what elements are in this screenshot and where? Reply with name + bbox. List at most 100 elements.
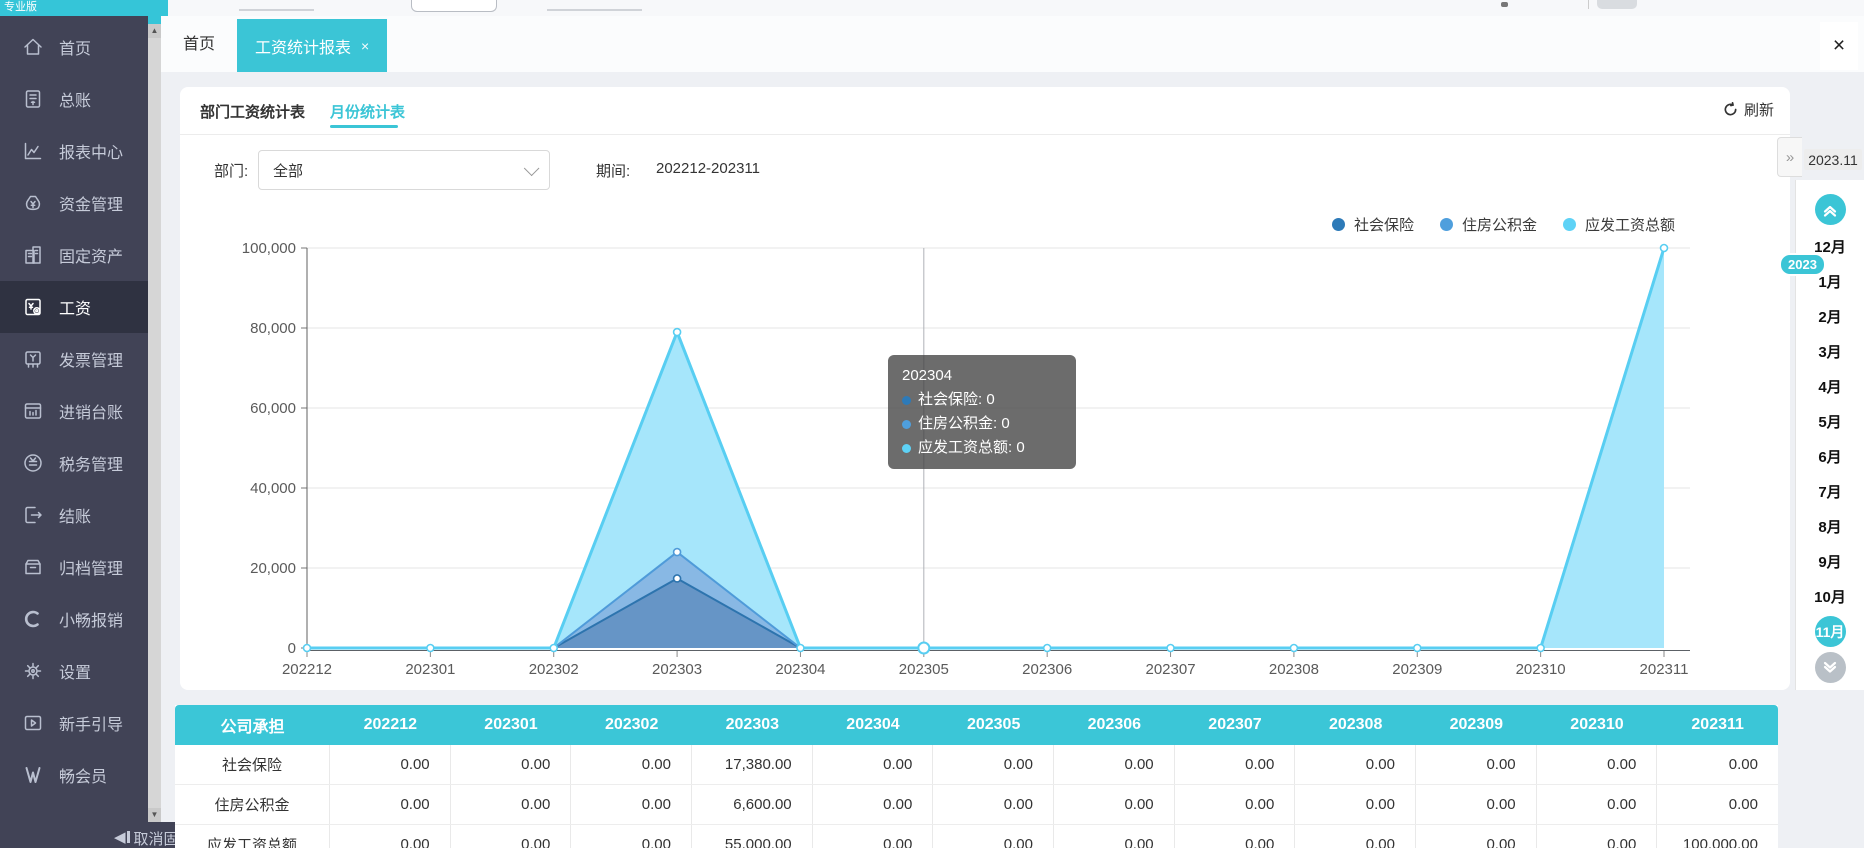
sidebar-item-archive[interactable]: 归档管理 [0, 541, 148, 593]
subtab-month-table[interactable]: 月份统计表 [330, 101, 405, 122]
month-item[interactable]: 9月 [1818, 544, 1841, 579]
refresh-button[interactable]: 刷新 [1723, 99, 1774, 120]
table-cell: 0.00 [451, 785, 572, 824]
report-center-icon [22, 140, 44, 162]
table-cell: 0.00 [1416, 785, 1537, 824]
avatar[interactable] [1597, 0, 1637, 9]
table-header-cell: 202307 [1175, 705, 1296, 745]
table-cell: 0.00 [571, 785, 692, 824]
table-row-label: 住房公积金 [175, 785, 330, 824]
table-header-cell: 202301 [451, 705, 572, 745]
legend-dot-icon [1440, 218, 1453, 231]
legend-item[interactable]: 社会保险 [1332, 214, 1414, 235]
table-cell: 0.00 [1537, 825, 1658, 848]
data-point-marker[interactable] [550, 645, 557, 652]
month-item[interactable]: 11月 [1815, 616, 1846, 647]
tab-salary-report[interactable]: 工资统计报表 × [237, 19, 387, 72]
tab-home[interactable]: 首页 [183, 30, 215, 54]
sidebar-item-fixed-assets[interactable]: 固定资产 [0, 229, 148, 281]
data-point-marker[interactable] [797, 645, 804, 652]
area-band-应发工资总额[interactable] [307, 248, 1664, 648]
expense-icon [22, 608, 44, 630]
unpin-icon: ◀ [114, 828, 130, 846]
sidebar-item-closing[interactable]: 结账 [0, 489, 148, 541]
months-scroll-up-button[interactable] [1815, 194, 1846, 225]
sidebar-item-funds[interactable]: 资金管理 [0, 177, 148, 229]
month-item[interactable]: 8月 [1818, 509, 1841, 544]
sidebar-item-salary[interactable]: 工资 [0, 281, 148, 333]
sidebar-item-report-center[interactable]: 报表中心 [0, 125, 148, 177]
month-item[interactable]: 2月 [1818, 299, 1841, 334]
sidebar-item-tax[interactable]: 税务管理 [0, 437, 148, 489]
months-scroll-down-button[interactable] [1815, 652, 1846, 683]
y-tick-label: 100,000 [242, 240, 296, 257]
toolbar-button-fragment[interactable] [411, 0, 497, 12]
y-tick-label: 20,000 [250, 560, 296, 577]
subtab-header: 部门工资统计表 月份统计表 刷新 [180, 87, 1790, 135]
table-header-cell: 202304 [813, 705, 934, 745]
sidebar-item-guide[interactable]: 新手引导 [0, 697, 148, 749]
data-point-marker[interactable] [1044, 645, 1051, 652]
sidebar-item-member[interactable]: 畅会员 [0, 749, 148, 801]
data-point-marker[interactable] [1290, 645, 1297, 652]
x-tick-label: 202306 [1022, 661, 1072, 678]
month-item[interactable]: 6月 [1818, 439, 1841, 474]
closing-icon [22, 504, 44, 526]
table-cell: 100,000.00 [1657, 825, 1778, 848]
table-cell: 0.00 [1175, 825, 1296, 848]
table-cell: 0.00 [1416, 745, 1537, 784]
sidebar: 首页总账报表中心资金管理固定资产工资发票管理进销台账税务管理结账归档管理小畅报销… [0, 16, 148, 822]
data-point-marker[interactable] [674, 575, 681, 582]
scroll-down-arrow[interactable]: ▼ [148, 808, 161, 822]
month-item[interactable]: 4月 [1818, 369, 1841, 404]
data-point-marker[interactable] [1414, 645, 1421, 652]
toolbar-fragment [547, 9, 642, 11]
sidebar-item-expense[interactable]: 小畅报销 [0, 593, 148, 645]
sidebar-item-settings[interactable]: 设置 [0, 645, 148, 697]
tab-close-icon[interactable]: × [361, 38, 369, 54]
sidebar-item-invoice[interactable]: 发票管理 [0, 333, 148, 385]
scroll-up-arrow[interactable]: ▲ [148, 24, 161, 38]
sidebar-item-home[interactable]: 首页 [0, 21, 148, 73]
table-header-cell: 202303 [692, 705, 813, 745]
sidebar-item-purchase-sales[interactable]: 进销台账 [0, 385, 148, 437]
purchase-sales-icon [22, 400, 44, 422]
legend-label: 社会保险 [1354, 214, 1414, 235]
legend-item[interactable]: 住房公积金 [1440, 214, 1537, 235]
table-cell: 0.00 [1657, 785, 1778, 824]
data-point-marker[interactable] [427, 645, 434, 652]
area-band-住房公积金[interactable] [307, 552, 1664, 648]
toolbar-divider [1588, 0, 1589, 9]
hovered-point-marker[interactable] [918, 643, 929, 654]
data-point-marker[interactable] [1167, 645, 1174, 652]
month-item[interactable]: 3月 [1818, 334, 1841, 369]
table-cell: 0.00 [330, 745, 451, 784]
month-item[interactable]: 10月 [1814, 579, 1846, 614]
month-item[interactable]: 7月 [1818, 474, 1841, 509]
sidebar-item-ledger[interactable]: 总账 [0, 73, 148, 125]
legend-item[interactable]: 应发工资总额 [1563, 214, 1675, 235]
dept-select[interactable]: 全部 [258, 150, 550, 190]
sidebar-scrollbar[interactable]: ▲ ▼ [148, 24, 161, 822]
table-header-cell: 202305 [933, 705, 1054, 745]
area-band-社会保险[interactable] [307, 578, 1664, 648]
data-point-marker[interactable] [674, 329, 681, 336]
x-tick-label: 202307 [1146, 661, 1196, 678]
table-header-cell: 202212 [330, 705, 451, 745]
month-item[interactable]: 5月 [1818, 404, 1841, 439]
period-filter-label: 期间: [596, 160, 630, 181]
table-row: 应发工资总额0.000.000.0055,000.000.000.000.000… [175, 825, 1778, 848]
bell-icon[interactable] [1501, 2, 1508, 7]
data-point-marker[interactable] [674, 549, 681, 556]
subtab-department-table[interactable]: 部门工资统计表 [200, 101, 305, 122]
data-point-marker[interactable] [1661, 245, 1668, 252]
legend-dot-icon [1332, 218, 1345, 231]
sidebar-item-label: 工资 [59, 295, 91, 319]
table-cell: 6,600.00 [692, 785, 813, 824]
close-icon[interactable]: × [1820, 22, 1858, 70]
current-period-label: 2023.11 [1804, 149, 1862, 170]
panel-collapse-toggle[interactable]: » [1777, 137, 1802, 177]
tab-bar: 首页 工资统计报表 × × [161, 16, 1864, 72]
data-point-marker[interactable] [304, 645, 311, 652]
data-point-marker[interactable] [1537, 645, 1544, 652]
